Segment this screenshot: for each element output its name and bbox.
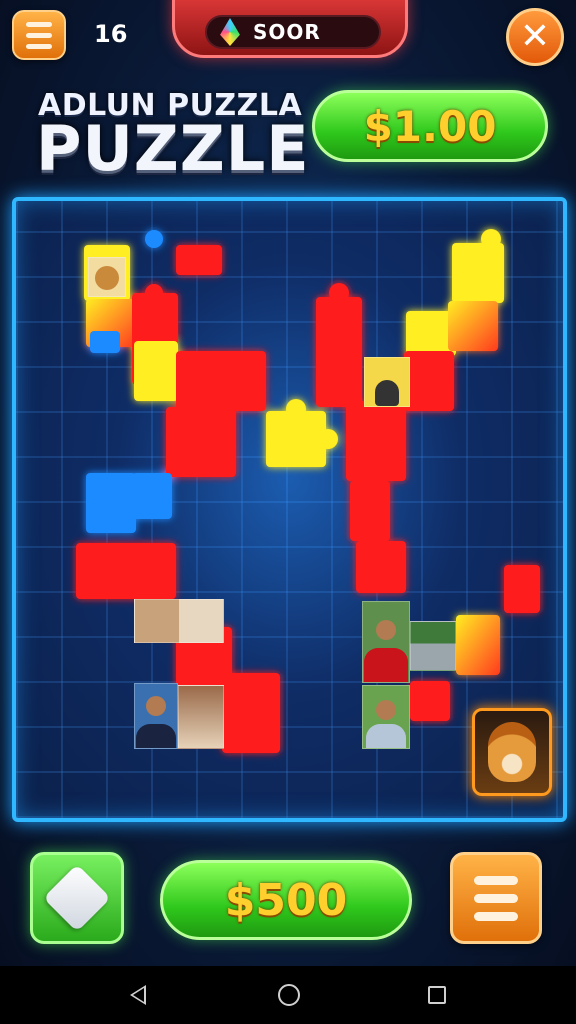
list-icon-line	[474, 911, 518, 921]
person-body	[364, 648, 408, 682]
back-icon[interactable]	[130, 985, 146, 1005]
puzzle-piece[interactable]	[86, 473, 136, 533]
score-label: SOOR	[253, 20, 321, 44]
list-icon-line	[474, 893, 518, 903]
person-body	[366, 724, 406, 748]
photo-piece-man-fruit[interactable]	[362, 685, 410, 749]
puzzle-piece[interactable]	[176, 351, 266, 411]
puzzle-piece[interactable]	[481, 229, 501, 249]
price-button[interactable]: $1.00	[312, 90, 548, 162]
puzzle-piece[interactable]	[145, 230, 163, 248]
puzzle-piece[interactable]	[346, 401, 406, 481]
coins-button[interactable]: $500	[160, 860, 412, 940]
person-head	[146, 695, 166, 716]
puzzle-piece[interactable]	[134, 341, 178, 401]
photo-piece-shop[interactable]	[134, 599, 224, 643]
puzzle-piece[interactable]	[222, 673, 280, 753]
hint-button[interactable]	[30, 852, 124, 944]
menu-icon-line	[26, 43, 52, 49]
photo-piece-building[interactable]	[178, 685, 224, 749]
puzzle-piece[interactable]	[266, 411, 326, 467]
puzzle-piece[interactable]	[132, 473, 172, 519]
puzzle-piece[interactable]	[448, 301, 498, 351]
photo-piece-lion[interactable]	[88, 257, 126, 297]
game-title: PUZZLE	[36, 112, 310, 185]
puzzle-piece[interactable]	[404, 351, 454, 411]
coins-label: $500	[224, 874, 348, 926]
tiger-piece-tray[interactable]	[472, 708, 552, 796]
diamond-icon	[43, 864, 111, 932]
tiger-face	[488, 722, 536, 782]
person-head	[376, 699, 396, 720]
menu-icon-line	[26, 32, 52, 38]
menu-icon-line	[26, 21, 52, 27]
puzzle-piece[interactable]	[286, 399, 306, 419]
recent-apps-icon[interactable]	[428, 986, 446, 1004]
gem-icon	[220, 18, 240, 46]
puzzle-piece[interactable]	[145, 284, 163, 302]
photo-piece-man-helmet[interactable]	[134, 683, 178, 749]
close-button[interactable]: ✕	[506, 8, 564, 66]
puzzle-piece[interactable]	[350, 481, 390, 541]
score-panel: SOOR	[172, 0, 408, 58]
person-head	[376, 619, 396, 640]
level-number: 16	[94, 20, 128, 48]
photo-piece-car[interactable]	[410, 621, 456, 671]
puzzle-piece[interactable]	[316, 297, 362, 407]
lion-face	[95, 266, 119, 291]
puzzle-piece[interactable]	[90, 331, 120, 353]
puzzle-piece[interactable]	[76, 543, 176, 599]
puzzle-piece[interactable]	[329, 283, 349, 303]
close-icon: ✕	[519, 16, 551, 57]
home-icon[interactable]	[278, 984, 300, 1006]
price-label: $1.00	[363, 101, 497, 151]
puzzle-piece[interactable]	[456, 615, 500, 675]
list-button[interactable]	[450, 852, 542, 944]
puzzle-piece[interactable]	[356, 541, 406, 593]
puzzle-piece[interactable]	[176, 245, 222, 275]
puzzle-piece[interactable]	[504, 565, 540, 613]
puzzle-piece[interactable]	[410, 681, 450, 721]
puzzle-piece[interactable]	[452, 243, 504, 303]
menu-button[interactable]	[12, 10, 66, 60]
photo-piece-man-red[interactable]	[362, 601, 410, 683]
system-nav-bar	[0, 966, 576, 1024]
puzzle-piece[interactable]	[166, 407, 236, 477]
bell-shape	[375, 380, 399, 406]
photo-piece-bell[interactable]	[364, 357, 410, 407]
puzzle-piece[interactable]	[318, 429, 338, 449]
person-body	[136, 724, 176, 748]
score-display: SOOR	[205, 15, 381, 49]
list-icon-line	[474, 875, 518, 885]
